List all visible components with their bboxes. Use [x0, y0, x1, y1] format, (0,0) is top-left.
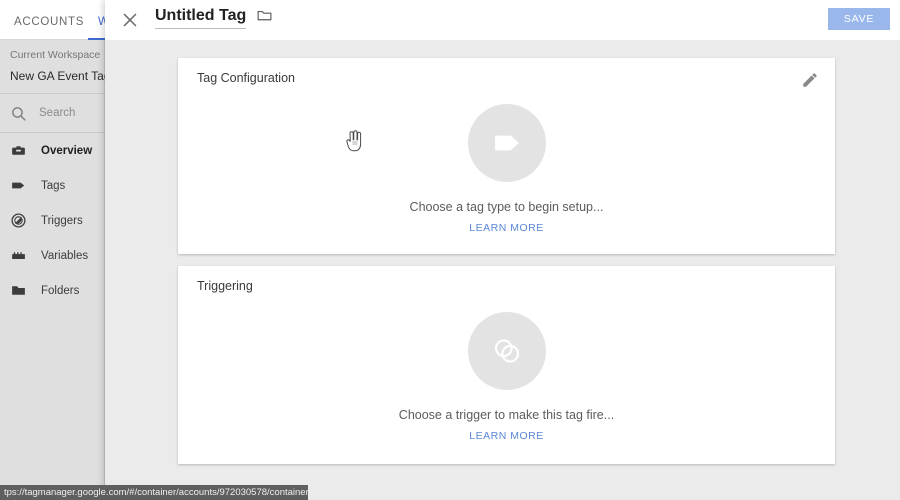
sidebar-item-overview[interactable]: Overview: [0, 133, 104, 168]
edit-pencil-icon[interactable]: [801, 71, 819, 89]
learn-more-link[interactable]: LEARN MORE: [469, 430, 543, 442]
card-title: Triggering: [197, 279, 253, 293]
save-button[interactable]: SAVE: [828, 8, 890, 30]
tag-config-empty-state: Choose a tag type to begin setup... LEAR…: [178, 104, 835, 236]
sidebar-item-tags[interactable]: Tags: [0, 168, 104, 203]
learn-more-link[interactable]: LEARN MORE: [469, 222, 543, 234]
triggering-empty-state: Choose a trigger to make this tag fire..…: [178, 312, 835, 444]
sidebar: Current Workspace New GA Event Tag Searc…: [0, 40, 111, 500]
tag-icon: [10, 177, 27, 194]
close-icon[interactable]: [119, 9, 141, 31]
search-icon: [10, 105, 27, 122]
triggering-card[interactable]: Triggering Choose a trigger to make this…: [178, 266, 835, 464]
sidebar-item-label: Variables: [41, 249, 89, 262]
variables-icon: [10, 247, 27, 264]
sidebar-item-label: Triggers: [41, 214, 83, 227]
sidebar-item-label: Overview: [41, 144, 93, 157]
status-bar-url: tps://tagmanager.google.com/#/container/…: [0, 485, 308, 500]
sidebar-item-triggers[interactable]: Triggers: [0, 203, 104, 238]
tab-accounts[interactable]: ACCOUNTS: [4, 0, 94, 40]
folder-icon: [10, 282, 27, 299]
triggering-empty-text: Choose a trigger to make this tag fire..…: [398, 408, 615, 422]
search-placeholder: Search: [39, 107, 76, 119]
tag-shape-icon: [467, 104, 546, 182]
tag-configuration-card[interactable]: Tag Configuration Choose a tag type to b…: [178, 58, 835, 254]
search-input[interactable]: Search: [0, 94, 104, 132]
sidebar-item-variables[interactable]: Variables: [0, 238, 104, 273]
overview-icon: [10, 142, 27, 159]
sidebar-item-label: Folders: [41, 284, 80, 297]
trigger-circles-icon: [467, 312, 546, 390]
tag-title-area: Untitled Tag: [155, 6, 273, 29]
overlay-header: Untitled Tag SAVE: [105, 0, 900, 40]
trigger-icon: [10, 212, 27, 229]
sidebar-item-label: Tags: [41, 179, 66, 192]
current-workspace-label: Current Workspace: [10, 49, 101, 61]
folder-outline-icon[interactable]: [256, 7, 273, 29]
sidebar-item-folders[interactable]: Folders: [0, 273, 104, 308]
tag-name-field[interactable]: Untitled Tag: [155, 6, 247, 29]
workspace-name[interactable]: New GA Event Tag: [0, 65, 111, 93]
card-title: Tag Configuration: [197, 71, 295, 85]
tag-detail-overlay: Untitled Tag SAVE Tag Configuration Choo…: [105, 0, 900, 500]
tag-config-empty-text: Choose a tag type to begin setup...: [409, 200, 604, 214]
